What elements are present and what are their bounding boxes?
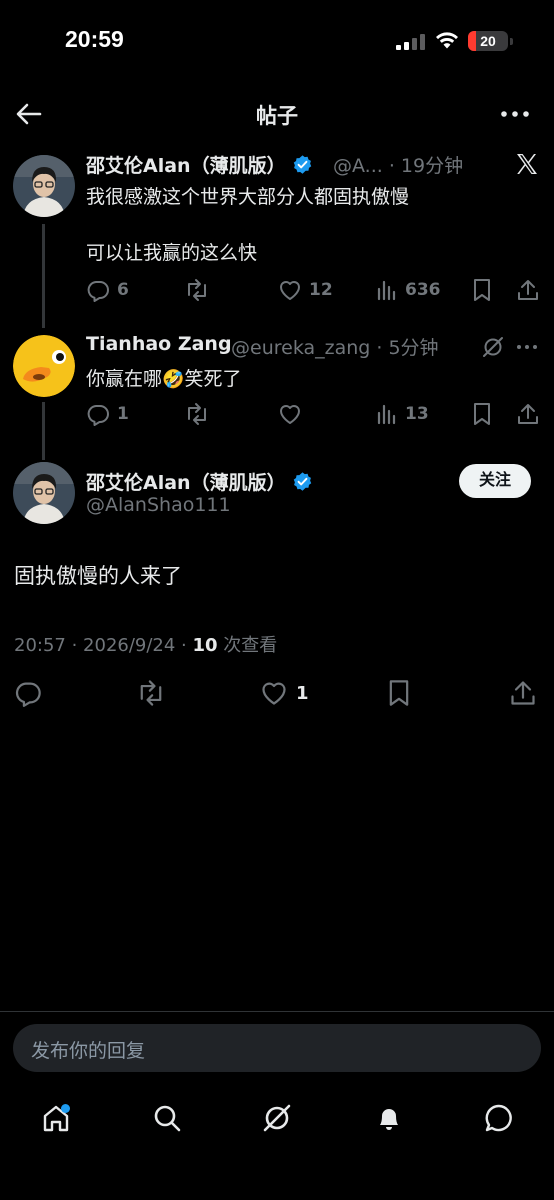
author-name[interactable]: 邵艾伦Alan（薄肌版） xyxy=(86,151,313,178)
bookmark-button[interactable] xyxy=(472,276,492,304)
post-text-line: 我很感激这个世界大部分人都固执傲慢 xyxy=(86,186,410,208)
retweet-icon xyxy=(140,680,162,706)
more-icon[interactable] xyxy=(516,344,538,350)
views-label: 次查看 xyxy=(217,635,278,656)
author-name-text[interactable]: 邵艾伦Alan（薄肌版） xyxy=(86,472,286,494)
thread-line xyxy=(42,224,45,328)
author-name[interactable]: 邵艾伦Alan（薄肌版） xyxy=(86,468,313,495)
reply-count: 1 xyxy=(117,404,129,424)
bookmark-button[interactable] xyxy=(472,400,492,428)
author-handle[interactable]: @AlanShao111 xyxy=(86,494,231,516)
status-time: 20:59 xyxy=(65,26,124,52)
retweet-button[interactable] xyxy=(184,400,210,428)
tab-notifications[interactable] xyxy=(369,1098,409,1138)
avatar[interactable] xyxy=(13,462,75,524)
verified-badge-icon xyxy=(293,155,311,174)
post-meta: @eureka_zang · 5分钟 xyxy=(231,337,439,359)
reply-button[interactable] xyxy=(14,676,42,710)
reply-input[interactable]: 发布你的回复 xyxy=(13,1024,541,1072)
share-icon xyxy=(511,681,535,705)
share-icon xyxy=(518,404,538,424)
post-text-part: 笑死了 xyxy=(184,368,242,390)
share-icon xyxy=(518,280,538,300)
like-count: 12 xyxy=(309,280,333,300)
author-name[interactable]: Tianhao Zang xyxy=(86,333,232,355)
messages-icon xyxy=(485,1104,512,1132)
avatar[interactable] xyxy=(13,155,75,217)
divider xyxy=(0,1011,554,1012)
reply-icon xyxy=(87,281,109,302)
post-text: 你赢在哪🤣笑死了 xyxy=(86,364,241,391)
bookmark-button[interactable] xyxy=(387,676,411,710)
views-count: 13 xyxy=(405,404,429,424)
verified-badge-icon xyxy=(293,472,311,491)
views-count: 636 xyxy=(405,280,441,300)
more-icon[interactable] xyxy=(500,110,530,118)
reply-icon xyxy=(87,405,109,426)
notification-dot xyxy=(61,1104,70,1113)
status-bar: 20:59 20 xyxy=(0,0,554,80)
like-icon xyxy=(262,682,286,705)
reply-placeholder: 发布你的回复 xyxy=(31,1040,146,1062)
like-button[interactable] xyxy=(278,400,302,428)
x-logo-icon xyxy=(517,154,537,174)
share-button[interactable] xyxy=(516,400,540,428)
share-button[interactable] xyxy=(516,276,540,304)
battery-cap xyxy=(510,38,513,45)
tab-grok[interactable] xyxy=(257,1098,297,1138)
bookmark-icon xyxy=(389,680,409,706)
post-actions: 6 12 636 xyxy=(86,276,544,306)
tab-messages[interactable] xyxy=(479,1098,519,1138)
page-title: 帖子 xyxy=(256,104,298,128)
wifi-icon xyxy=(436,32,458,49)
post-timestamp: 20:57 · 2026/9/24 · 10 次查看 xyxy=(14,631,277,657)
signal-icon xyxy=(396,34,426,50)
bell-icon xyxy=(380,1109,398,1130)
views-button[interactable]: 636 xyxy=(376,276,441,304)
tab-home[interactable] xyxy=(36,1098,76,1138)
retweet-button[interactable] xyxy=(184,276,210,304)
reply-button[interactable]: 1 xyxy=(86,400,129,428)
like-button[interactable]: 12 xyxy=(278,276,333,304)
bookmark-icon xyxy=(474,403,490,425)
tab-search[interactable] xyxy=(147,1098,187,1138)
follow-button[interactable]: 关注 xyxy=(459,464,531,498)
views-icon xyxy=(377,280,396,301)
share-button[interactable] xyxy=(509,676,537,710)
views-count: 10 xyxy=(192,635,218,656)
emoji: 🤣 xyxy=(162,369,185,390)
battery-indicator: 20 xyxy=(468,31,508,51)
post-text-line: 可以让我赢的这么快 xyxy=(86,242,258,264)
reply-icon xyxy=(15,682,41,707)
grok-icon xyxy=(263,1104,291,1132)
views-icon xyxy=(377,404,396,425)
thread-line xyxy=(42,402,45,460)
like-icon xyxy=(280,281,300,300)
like-button[interactable]: 1 xyxy=(260,676,309,710)
views-button[interactable]: 13 xyxy=(376,400,429,428)
grok-icon[interactable] xyxy=(481,335,505,359)
author-name-text[interactable]: 邵艾伦Alan（薄肌版） xyxy=(86,155,286,177)
timestamp-text: 20:57 · 2026/9/24 · xyxy=(14,635,193,656)
post-meta: @A... · 19分钟 xyxy=(333,155,464,177)
post-text-part: 你赢在哪 xyxy=(86,368,163,390)
bottom-tab-bar xyxy=(0,1090,554,1150)
battery-percent: 20 xyxy=(480,33,496,49)
like-icon xyxy=(280,405,300,424)
retweet-button[interactable] xyxy=(136,676,166,710)
bookmark-icon xyxy=(474,279,490,301)
reply-button[interactable]: 6 xyxy=(86,276,129,304)
post-actions: 1 13 xyxy=(86,400,544,430)
retweet-icon xyxy=(188,403,206,425)
like-count: 1 xyxy=(296,682,309,704)
retweet-icon xyxy=(188,279,206,301)
reply-count: 6 xyxy=(117,280,129,300)
avatar[interactable] xyxy=(13,335,75,397)
search-icon xyxy=(154,1105,181,1132)
post-actions: 1 xyxy=(0,676,554,710)
post-text: 固执傲慢的人来了 xyxy=(14,564,182,588)
